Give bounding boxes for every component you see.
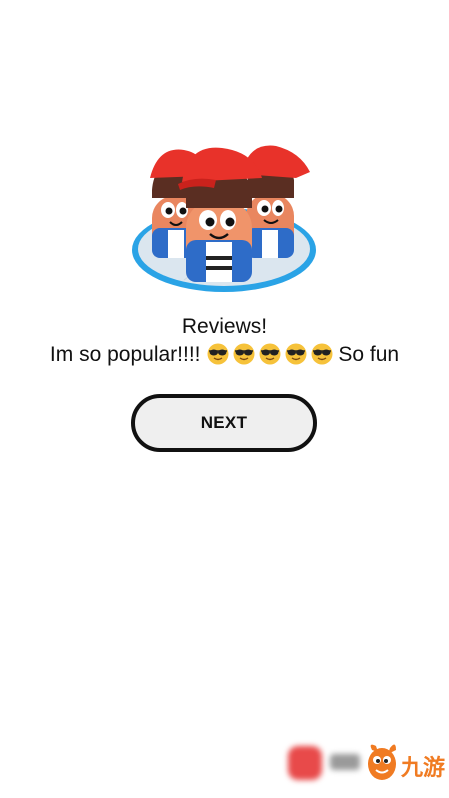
emoji-row xyxy=(207,342,337,373)
watermark-brand: 九游 xyxy=(401,756,446,781)
review-message: Im so popular!!!! So fun xyxy=(0,341,449,373)
review-message-prefix: Im so popular!!!! xyxy=(49,343,201,366)
app-screen: Reviews! Im so popular!!!! So fun NEXT 九… xyxy=(0,0,449,798)
sunglasses-emoji-icons xyxy=(207,342,334,366)
watermark: 九游 xyxy=(284,738,449,790)
next-button[interactable]: NEXT xyxy=(131,394,317,452)
dialog-title: Reviews! xyxy=(181,315,268,338)
characters-illustration-icon xyxy=(132,145,316,292)
review-message-suffix: So fun xyxy=(338,343,400,366)
blurred-logo-icon xyxy=(288,746,360,780)
nine-game-mascot-icon xyxy=(368,744,396,780)
